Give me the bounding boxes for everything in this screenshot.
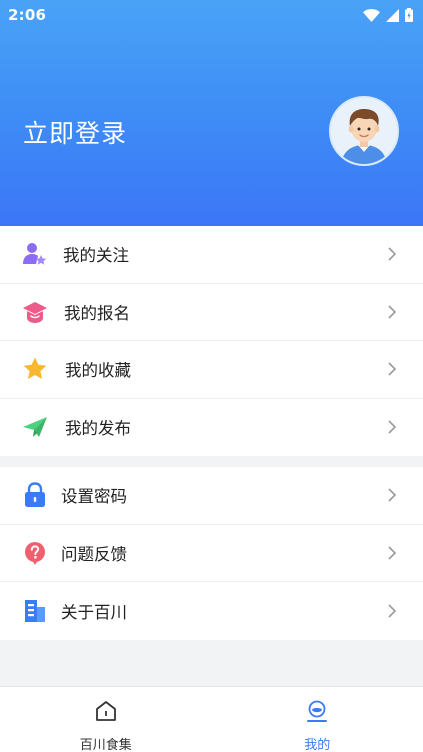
chevron-right-icon [388, 362, 397, 376]
menu-item-label: 设置密码 [61, 487, 127, 507]
profile-icon [307, 700, 328, 722]
avatar[interactable] [329, 96, 399, 166]
chevron-right-icon [388, 420, 397, 434]
star-icon [23, 357, 47, 380]
menu-item-set-password[interactable]: 设置密码 [0, 467, 423, 525]
lock-icon [25, 482, 45, 508]
menu-item-label: 我的收藏 [65, 361, 131, 381]
building-icon [25, 599, 45, 622]
chevron-right-icon [388, 305, 397, 319]
chevron-right-icon [388, 247, 397, 261]
menu-item-posts[interactable]: 我的发布 [0, 399, 423, 457]
chevron-right-icon [388, 546, 397, 560]
menu-item-feedback[interactable]: 问题反馈 [0, 525, 423, 582]
tab-mine[interactable]: 我的 [212, 687, 423, 752]
signal-icon [386, 8, 399, 22]
chevron-right-icon [388, 604, 397, 618]
menu-group-secondary: 设置密码 问题反馈 关于百川 [0, 467, 423, 640]
menu-item-favorites[interactable]: 我的收藏 [0, 341, 423, 399]
question-bubble-icon [25, 541, 45, 565]
avatar-boy-icon [331, 98, 397, 164]
menu-item-label: 我的发布 [65, 419, 131, 439]
menu-item-registrations[interactable]: 我的报名 [0, 284, 423, 341]
battery-icon [405, 8, 413, 22]
paper-plane-icon [23, 417, 47, 438]
status-time: 2:06 [8, 6, 47, 24]
home-icon [95, 701, 116, 721]
menu-item-about[interactable]: 关于百川 [0, 582, 423, 640]
menu-item-label: 问题反馈 [61, 544, 127, 564]
tab-home[interactable]: 百川食集 [0, 687, 212, 752]
tab-mine-label: 我的 [304, 738, 331, 752]
status-bar: 2:06 [0, 0, 423, 30]
tab-home-label: 百川食集 [79, 738, 132, 752]
bottom-tab-bar: 百川食集 我的 [0, 686, 423, 752]
menu-group-primary: 我的关注 我的报名 我的收藏 我的发布 [0, 226, 423, 456]
user-star-icon [23, 243, 47, 266]
menu-item-following[interactable]: 我的关注 [0, 226, 423, 284]
menu-item-label: 我的报名 [64, 303, 130, 323]
graduation-cap-icon [23, 301, 47, 323]
login-button[interactable]: 立即登录 [23, 114, 127, 150]
profile-header: 2:06 立即登录 [0, 0, 423, 226]
menu-item-label: 关于百川 [61, 602, 127, 622]
status-icons [363, 8, 413, 22]
chevron-right-icon [388, 488, 397, 502]
wifi-icon [363, 8, 380, 22]
menu-item-label: 我的关注 [63, 246, 129, 266]
